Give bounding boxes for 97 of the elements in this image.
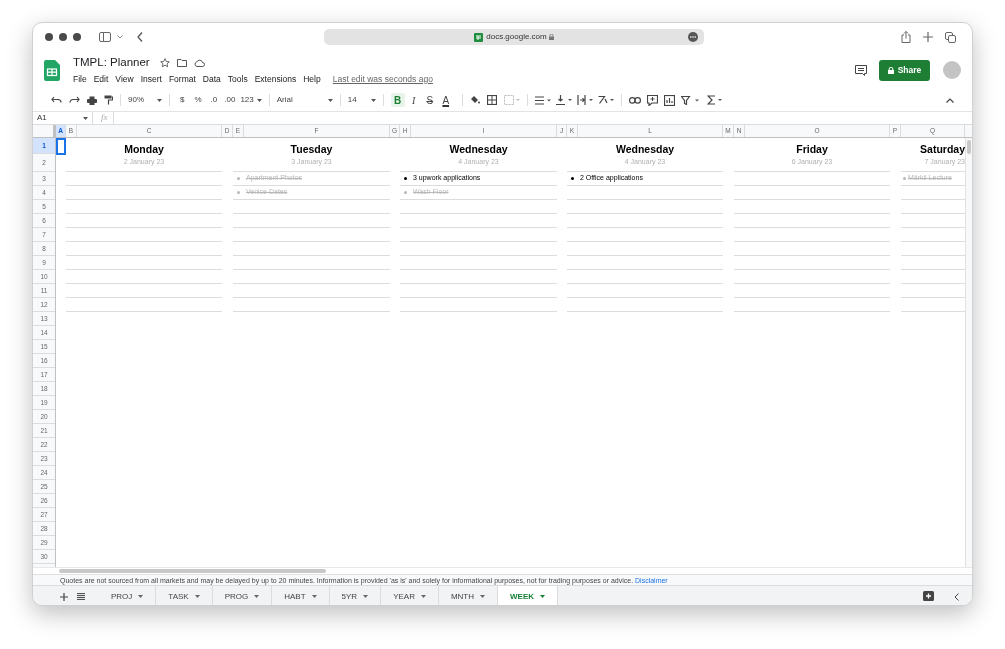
italic-button[interactable]: I xyxy=(406,93,421,107)
menu-item[interactable]: Tools xyxy=(227,72,248,86)
menu-item[interactable]: Insert xyxy=(140,72,162,86)
bullet-icon xyxy=(404,177,407,180)
sheet-tab[interactable]: PROG xyxy=(212,586,273,605)
url-text: docs.google.com xyxy=(486,31,547,43)
plus-icon[interactable] xyxy=(923,32,933,42)
add-sheet-icon[interactable] xyxy=(60,592,68,601)
decrease-decimal-button[interactable]: .0 xyxy=(208,94,220,106)
functions-icon[interactable] xyxy=(706,95,723,105)
borders-icon[interactable] xyxy=(486,95,497,105)
comment-icon[interactable] xyxy=(855,64,867,76)
sheet-tab[interactable]: 5YR xyxy=(329,586,382,605)
bullet-icon xyxy=(903,177,906,180)
menu-item[interactable]: Help xyxy=(303,72,321,86)
caret-icon xyxy=(256,98,262,102)
vertical-scrollbar[interactable] xyxy=(965,138,972,567)
more-icon[interactable] xyxy=(688,32,698,42)
insert-comment-icon[interactable] xyxy=(646,94,658,106)
caret-icon xyxy=(254,595,260,598)
lock-icon xyxy=(887,66,894,74)
sheets-logo-icon xyxy=(44,59,60,81)
caret-icon xyxy=(363,595,369,598)
sheet-list-icon[interactable] xyxy=(77,593,85,600)
fill-color-icon[interactable] xyxy=(469,95,480,105)
star-icon[interactable] xyxy=(159,58,170,68)
menu-item[interactable]: Data xyxy=(202,72,221,86)
strikethrough-button[interactable]: S xyxy=(422,93,437,107)
sidebar-icon[interactable] xyxy=(99,32,111,42)
caret-icon xyxy=(370,98,376,102)
bullet-icon xyxy=(237,177,240,180)
folder-icon[interactable] xyxy=(176,59,187,67)
link-icon[interactable] xyxy=(628,96,641,104)
explore-icon[interactable] xyxy=(923,591,934,602)
sheet-tab[interactable]: TASK xyxy=(156,586,213,605)
bullet-icon xyxy=(571,177,574,180)
caret-icon xyxy=(138,595,144,598)
last-edit-link[interactable]: Last edit was seconds ago xyxy=(332,72,433,86)
caret-icon xyxy=(480,595,486,598)
chevron-down-icon[interactable] xyxy=(117,35,123,39)
menu-item[interactable]: Extensions xyxy=(254,72,297,86)
collapse-icon[interactable] xyxy=(954,592,959,601)
paint-format-icon[interactable] xyxy=(104,95,113,105)
document-title[interactable]: TMPL: Planner xyxy=(73,54,150,72)
text-rotate-icon[interactable] xyxy=(597,95,614,105)
bullet-icon xyxy=(237,191,240,194)
bullet-icon xyxy=(404,191,407,194)
bold-button[interactable]: B xyxy=(390,93,405,107)
sheets-favicon-icon xyxy=(474,32,484,42)
sheet-tab[interactable]: YEAR xyxy=(381,586,439,605)
caret-icon xyxy=(540,595,546,598)
filter-icon[interactable] xyxy=(680,95,701,105)
currency-button[interactable]: $ xyxy=(177,94,188,106)
cloud-icon[interactable] xyxy=(193,59,205,67)
vertical-align-icon[interactable] xyxy=(555,95,572,105)
function-label: fx xyxy=(101,111,114,125)
sheet-tab[interactable]: PROJ xyxy=(99,586,157,605)
redo-icon[interactable] xyxy=(69,96,80,104)
day-title: Wednesday xyxy=(615,143,675,154)
menu-item[interactable]: View xyxy=(115,72,134,86)
menu-item[interactable]: Format xyxy=(168,72,196,86)
menu-item[interactable]: Edit xyxy=(93,72,109,86)
undo-icon[interactable] xyxy=(51,96,62,104)
day-title: Tuesday xyxy=(290,143,333,154)
address-bar[interactable]: docs.google.com xyxy=(324,29,704,45)
share-button[interactable]: Share xyxy=(879,59,930,81)
name-box[interactable]: A1 xyxy=(33,112,93,124)
day-title: Friday xyxy=(796,143,828,154)
share-icon[interactable] xyxy=(901,31,911,43)
collapse-toolbar-icon[interactable] xyxy=(946,97,954,103)
caret-icon xyxy=(157,98,162,102)
tabs-icon[interactable] xyxy=(945,31,956,43)
day-title: Monday xyxy=(124,143,164,154)
menu-item[interactable]: File xyxy=(73,72,87,86)
back-icon[interactable] xyxy=(137,32,143,42)
increase-decimal-button[interactable]: .00 xyxy=(222,94,238,106)
number-format-dropdown[interactable]: 123 xyxy=(240,94,262,106)
print-icon[interactable] xyxy=(87,95,97,105)
cell-cursor xyxy=(56,138,66,155)
zoom-dropdown[interactable]: 90% xyxy=(128,92,162,108)
merge-cells-icon[interactable] xyxy=(503,95,520,105)
align-icon[interactable] xyxy=(534,95,551,105)
caret-icon xyxy=(327,98,333,102)
day-title: Saturday xyxy=(920,143,965,154)
day-title: Wednesday xyxy=(449,143,508,154)
font-size-dropdown[interactable]: 14 xyxy=(347,92,376,108)
caret-icon xyxy=(420,595,426,598)
caret-icon xyxy=(194,595,200,598)
percent-button[interactable]: % xyxy=(191,94,205,106)
text-color-button[interactable]: A xyxy=(438,93,453,107)
lock-icon xyxy=(548,34,554,40)
caret-icon xyxy=(311,595,317,598)
font-dropdown[interactable]: Arial xyxy=(276,92,333,108)
chart-icon[interactable] xyxy=(663,94,675,106)
text-wrap-icon[interactable] xyxy=(576,95,593,105)
sheet-tab[interactable]: WEEK xyxy=(498,586,559,605)
sheet-tab[interactable]: HABT xyxy=(272,586,330,605)
